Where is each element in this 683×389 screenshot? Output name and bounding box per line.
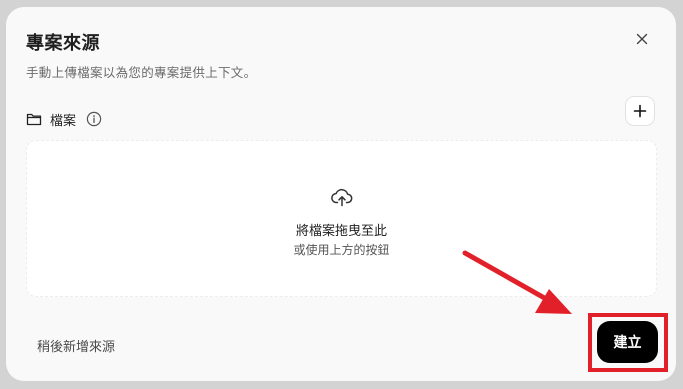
dialog-title: 專案來源 bbox=[26, 33, 100, 54]
plus-icon bbox=[633, 104, 647, 118]
add-file-button[interactable] bbox=[625, 96, 655, 126]
cloud-upload-icon bbox=[330, 185, 354, 209]
dialog-subtitle: 手動上傳檔案以為您的專案提供上下文。 bbox=[26, 65, 257, 80]
close-icon[interactable] bbox=[632, 29, 652, 49]
project-sources-dialog: 專案來源 手動上傳檔案以為您的專案提供上下文。 檔案 將檔案拖曳至此 或使用上方… bbox=[6, 7, 676, 381]
files-section-header: 檔案 bbox=[26, 108, 102, 130]
info-icon[interactable] bbox=[86, 111, 102, 127]
create-button[interactable]: 建立 bbox=[597, 321, 658, 363]
files-section-label: 檔案 bbox=[50, 113, 77, 129]
dropzone-title: 將檔案拖曳至此 bbox=[295, 224, 387, 239]
folder-icon bbox=[26, 111, 42, 127]
dropzone-subtitle: 或使用上方的按鈕 bbox=[293, 243, 390, 257]
add-sources-later-link[interactable]: 稍後新增來源 bbox=[37, 336, 115, 355]
file-dropzone[interactable]: 將檔案拖曳至此 或使用上方的按鈕 bbox=[26, 140, 657, 297]
